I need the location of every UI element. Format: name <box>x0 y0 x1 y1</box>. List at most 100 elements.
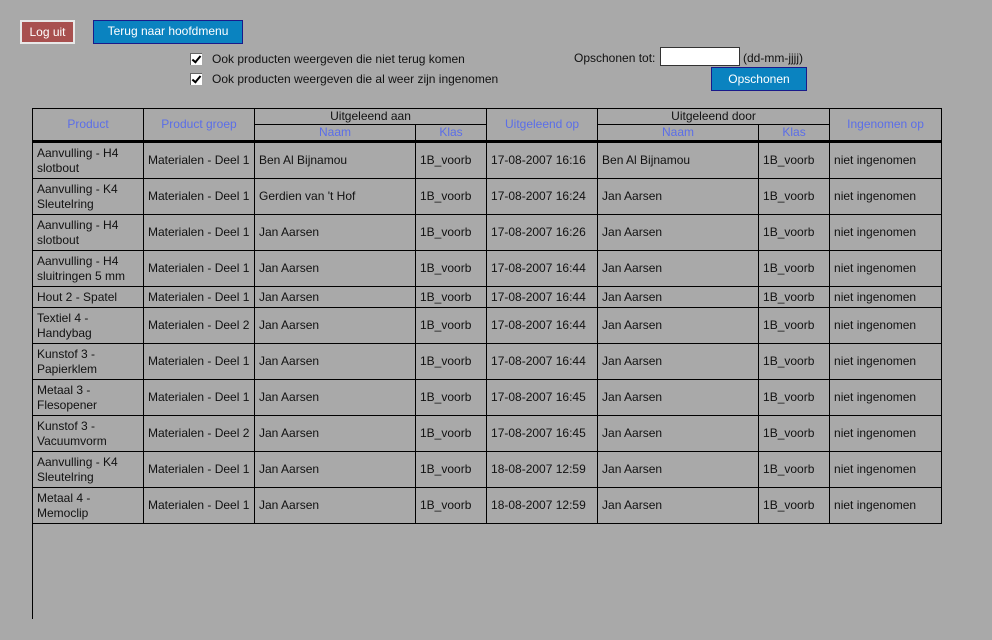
cell-lent-on: 18-08-2007 12:59 <box>486 451 599 488</box>
header-lent-to-name[interactable]: Naam <box>254 124 416 143</box>
table-row: Metaal 3 - Flesopener Materialen - Deel 1… <box>32 379 943 416</box>
logout-button[interactable]: Log uit <box>20 20 75 44</box>
cleanup-date-input[interactable] <box>660 47 740 66</box>
cell-lent-to-class: 1B_voorb <box>414 451 488 488</box>
cell-lent-by-name: Jan Aarsen <box>597 178 760 215</box>
cell-lent-by-class: 1B_voorb <box>758 178 831 215</box>
cell-product-group: Materialen - Deel 2 <box>143 307 255 344</box>
cell-lent-to-name: Jan Aarsen <box>254 214 416 251</box>
cell-lent-by-class: 1B_voorb <box>758 379 831 416</box>
table-row: Aanvulling - H4 sluitringen 5 mm Material… <box>32 250 943 287</box>
cell-lent-to-class: 1B_voorb <box>414 214 488 251</box>
cell-lent-to-name: Ben Al Bijnamou <box>254 141 416 179</box>
header-lent-by-class[interactable]: Klas <box>758 124 831 143</box>
cell-returned-on: niet ingenomen <box>829 286 943 308</box>
cell-lent-to-class: 1B_voorb <box>414 178 488 215</box>
filter-not-returning-checkbox[interactable] <box>190 53 202 65</box>
table-row: Aanvulling - K4 Sleutelring Materialen - … <box>32 178 943 215</box>
cell-lent-to-name: Jan Aarsen <box>254 250 416 287</box>
cell-returned-on: niet ingenomen <box>829 487 943 524</box>
filter-already-returned-checkbox[interactable] <box>190 73 202 85</box>
cell-product-group: Materialen - Deel 1 <box>143 286 255 308</box>
cell-lent-by-name: Jan Aarsen <box>597 487 760 524</box>
table-row: Kunstof 3 - Vacuumvorm Materialen - Deel … <box>32 415 943 452</box>
filter-already-returned[interactable]: Ook producten weergeven die al weer zijn… <box>190 71 498 87</box>
cell-lent-to-class: 1B_voorb <box>414 307 488 344</box>
cell-lent-on: 17-08-2007 16:44 <box>486 250 599 287</box>
filter-not-returning[interactable]: Ook producten weergeven die niet terug k… <box>190 51 465 67</box>
cell-returned-on: niet ingenomen <box>829 415 943 452</box>
cell-lent-by-class: 1B_voorb <box>758 141 831 179</box>
cell-product: Aanvulling - K4 Sleutelring <box>32 451 144 488</box>
cell-lent-on: 17-08-2007 16:45 <box>486 379 599 416</box>
cell-lent-on: 18-08-2007 12:59 <box>486 487 599 524</box>
cell-lent-by-name: Ben Al Bijnamou <box>597 141 760 179</box>
cell-lent-by-name: Jan Aarsen <box>597 286 760 308</box>
cell-product: Kunstof 3 - Vacuumvorm <box>32 415 144 452</box>
cleanup-date-label: Opschonen tot: <box>574 51 656 65</box>
table-row: Aanvulling - H4 slotbout Materialen - Dee… <box>32 214 943 251</box>
cell-lent-by-name: Jan Aarsen <box>597 379 760 416</box>
cell-lent-to-class: 1B_voorb <box>414 286 488 308</box>
cell-returned-on: niet ingenomen <box>829 178 943 215</box>
cleanup-date-format-hint: (dd-mm-jjjj) <box>743 51 803 65</box>
header-lent-by: Uitgeleend door <box>597 108 831 125</box>
cell-lent-by-class: 1B_voorb <box>758 250 831 287</box>
header-lent-to: Uitgeleend aan <box>253 108 488 125</box>
cell-lent-by-class: 1B_voorb <box>758 214 831 251</box>
cell-lent-to-name: Jan Aarsen <box>254 451 416 488</box>
cell-lent-to-name: Jan Aarsen <box>254 487 416 524</box>
cell-product-group: Materialen - Deel 1 <box>143 250 255 287</box>
table-row: Metaal 4 - Memoclip Materialen - Deel 1 Ja… <box>32 487 943 524</box>
cell-returned-on: niet ingenomen <box>829 379 943 416</box>
cell-product-group: Materialen - Deel 1 <box>143 178 255 215</box>
header-lent-by-name[interactable]: Naam <box>597 124 760 143</box>
cell-lent-by-name: Jan Aarsen <box>597 214 760 251</box>
cell-lent-on: 17-08-2007 16:16 <box>486 141 599 179</box>
header-lent-to-class[interactable]: Klas <box>414 124 488 143</box>
table-row: Aanvulling - H4 slotbout Materialen - Dee… <box>32 141 943 179</box>
cell-lent-by-class: 1B_voorb <box>758 487 831 524</box>
cell-lent-on: 17-08-2007 16:44 <box>486 286 599 308</box>
cell-lent-to-name: Jan Aarsen <box>254 379 416 416</box>
header-product-group[interactable]: Product groep <box>143 108 255 143</box>
cell-product-group: Materialen - Deel 1 <box>143 487 255 524</box>
cell-lent-by-class: 1B_voorb <box>758 307 831 344</box>
cell-lent-to-class: 1B_voorb <box>414 379 488 416</box>
cell-product-group: Materialen - Deel 2 <box>143 415 255 452</box>
cell-lent-to-name: Jan Aarsen <box>254 286 416 308</box>
cell-lent-to-name: Jan Aarsen <box>254 415 416 452</box>
cell-product-group: Materialen - Deel 1 <box>143 141 255 179</box>
cell-lent-on: 17-08-2007 16:26 <box>486 214 599 251</box>
cell-product-group: Materialen - Deel 1 <box>143 451 255 488</box>
table-row: Kunstof 3 - Papierklem Materialen - Deel … <box>32 343 943 380</box>
cell-lent-to-class: 1B_voorb <box>414 343 488 380</box>
cell-lent-on: 17-08-2007 16:24 <box>486 178 599 215</box>
filter-not-returning-label: Ook producten weergeven die niet terug k… <box>212 52 465 66</box>
cell-product: Aanvulling - H4 sluitringen 5 mm <box>32 250 144 287</box>
cell-lent-to-name: Jan Aarsen <box>254 307 416 344</box>
cell-lent-by-name: Jan Aarsen <box>597 307 760 344</box>
cleanup-button[interactable]: Opschonen <box>711 67 807 91</box>
cell-lent-to-class: 1B_voorb <box>414 141 488 179</box>
cell-lent-by-name: Jan Aarsen <box>597 451 760 488</box>
header-product[interactable]: Product <box>32 108 144 143</box>
filter-already-returned-label: Ook producten weergeven die al weer zijn… <box>212 72 499 86</box>
cell-product: Aanvulling - K4 Sleutelring <box>32 178 144 215</box>
table-row: Textiel 4 - Handybag Materialen - Deel 2J… <box>32 307 943 344</box>
cell-lent-on: 17-08-2007 16:44 <box>486 343 599 380</box>
back-to-main-menu-button[interactable]: Terug naar hoofdmenu <box>93 20 243 44</box>
cell-product: Aanvulling - H4 slotbout <box>32 141 144 179</box>
cell-lent-on: 17-08-2007 16:45 <box>486 415 599 452</box>
cell-lent-on: 17-08-2007 16:44 <box>486 307 599 344</box>
header-returned-on[interactable]: Ingenomen op <box>829 108 943 143</box>
cell-returned-on: niet ingenomen <box>829 343 943 380</box>
cell-product: Metaal 3 - Flesopener <box>32 379 144 416</box>
cell-returned-on: niet ingenomen <box>829 214 943 251</box>
cell-product: Kunstof 3 - Papierklem <box>32 343 144 380</box>
cell-lent-to-class: 1B_voorb <box>414 487 488 524</box>
cell-product: Aanvulling - H4 slotbout <box>32 214 144 251</box>
cell-product: Hout 2 - Spatel <box>32 286 144 308</box>
header-lent-on[interactable]: Uitgeleend op <box>486 108 599 143</box>
cell-returned-on: niet ingenomen <box>829 451 943 488</box>
